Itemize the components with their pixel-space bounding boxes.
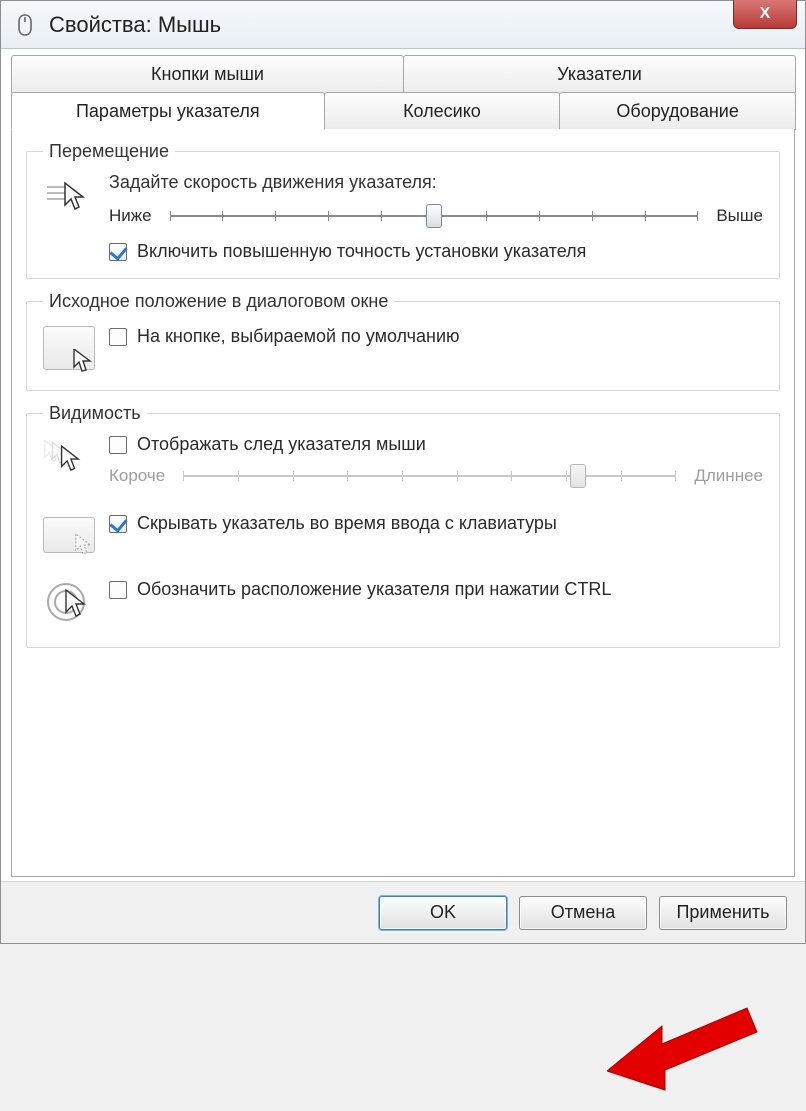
speed-slider-thumb[interactable]: [426, 204, 442, 228]
snap-checkbox[interactable]: [109, 328, 127, 346]
trails-label[interactable]: Отображать след указателя мыши: [137, 434, 426, 455]
precision-label[interactable]: Включить повышенную точность установки у…: [137, 241, 586, 262]
ctrl-locate-label[interactable]: Обозначить расположение указателя при на…: [137, 579, 611, 600]
group-motion: Перемещение Задайте скор: [26, 141, 780, 279]
tab-pane-pointer-options: Перемещение Задайте скор: [11, 129, 795, 877]
tab-pointers[interactable]: Указатели: [403, 55, 796, 93]
speed-slower-label: Ниже: [109, 206, 152, 226]
group-motion-legend: Перемещение: [43, 141, 175, 162]
dialog-body: Кнопки мыши Указатели Параметры указател…: [1, 49, 805, 881]
ctrl-locate-checkbox[interactable]: [109, 581, 127, 599]
annotation-arrow-icon: [607, 986, 767, 1111]
trails-slider: [183, 461, 676, 491]
cancel-button[interactable]: Отмена: [519, 896, 647, 930]
cursor-speed-icon: [43, 172, 95, 224]
group-snap: Исходное положение в диалоговом окне На …: [26, 291, 780, 391]
tab-pointer-options[interactable]: Параметры указателя: [11, 92, 325, 130]
tabset: Кнопки мыши Указатели Параметры указател…: [11, 55, 795, 131]
group-visibility-legend: Видимость: [43, 403, 147, 424]
dialog-footer: OK Отмена Применить: [1, 881, 805, 943]
speed-slider-row: Ниже Выше: [109, 201, 763, 231]
apply-button[interactable]: Применить: [659, 896, 787, 930]
trails-checkbox[interactable]: [109, 436, 127, 454]
titlebar[interactable]: Свойства: Мышь X: [1, 1, 805, 49]
mouse-icon: [11, 11, 39, 39]
group-visibility: Видимость: [26, 403, 780, 648]
window-title: Свойства: Мышь: [49, 12, 221, 38]
mouse-properties-window: Свойства: Мышь X Кнопки мыши Указатели П…: [0, 0, 806, 944]
speed-slider[interactable]: [170, 201, 699, 231]
motion-instruction: Задайте скорость движения указателя:: [109, 172, 763, 193]
tab-hardware[interactable]: Оборудование: [559, 92, 796, 130]
precision-checkbox[interactable]: [109, 243, 127, 261]
tab-buttons[interactable]: Кнопки мыши: [11, 55, 404, 93]
snap-label[interactable]: На кнопке, выбираемой по умолчанию: [137, 326, 460, 347]
close-icon: X: [760, 5, 771, 23]
close-button[interactable]: X: [733, 0, 797, 29]
speed-faster-label: Выше: [716, 206, 763, 226]
hide-pointer-checkbox[interactable]: [109, 515, 127, 533]
snap-to-icon: [43, 322, 95, 374]
ctrl-locate-icon: [43, 579, 95, 631]
group-snap-legend: Исходное положение в диалоговом окне: [43, 291, 394, 312]
trails-shorter-label: Короче: [109, 466, 165, 486]
ok-button[interactable]: OK: [379, 896, 507, 930]
trails-slider-row: Короче Длиннее: [109, 461, 763, 491]
hide-pointer-icon: [43, 509, 95, 561]
trails-icon: [43, 434, 95, 486]
hide-pointer-label[interactable]: Скрывать указатель во время ввода с клав…: [137, 513, 557, 534]
trails-longer-label: Длиннее: [694, 466, 763, 486]
tab-wheel[interactable]: Колесико: [324, 92, 561, 130]
trails-slider-thumb: [570, 464, 586, 488]
